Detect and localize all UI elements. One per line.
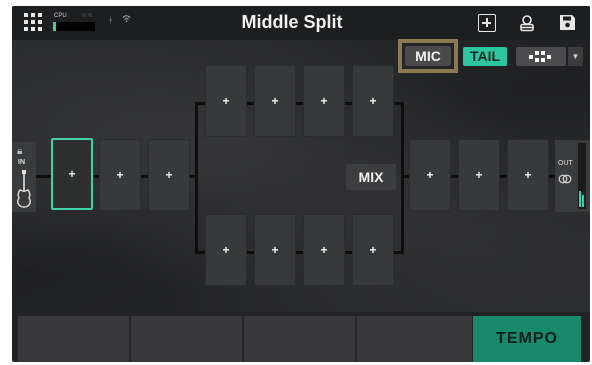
add-block-icon: + bbox=[369, 94, 377, 108]
layout-grid-icon[interactable] bbox=[516, 47, 566, 66]
add-block-icon: + bbox=[271, 243, 279, 257]
add-block-icon: + bbox=[369, 243, 377, 257]
add-block-icon: + bbox=[524, 168, 532, 182]
layout-dropdown-icon[interactable]: ▼ bbox=[568, 47, 583, 66]
cpu-percent-label: % % bbox=[82, 13, 93, 19]
top-bar: CPU % % ᚼ Middle Split bbox=[12, 6, 590, 40]
path-b-slot-2[interactable]: + bbox=[254, 214, 296, 286]
tempo-button[interactable]: TEMPO bbox=[473, 316, 581, 362]
add-block-icon: + bbox=[116, 168, 124, 182]
block-slot-2[interactable]: + bbox=[99, 139, 141, 211]
path-a-slot-2[interactable]: + bbox=[254, 65, 296, 137]
block-slot-6[interactable]: + bbox=[507, 139, 549, 211]
cpu-meter-fill bbox=[53, 22, 57, 31]
save-icon[interactable] bbox=[559, 14, 577, 32]
footswitch-3[interactable] bbox=[244, 316, 356, 362]
add-block-icon: + bbox=[320, 94, 328, 108]
cpu-meter bbox=[53, 22, 95, 31]
footswitch-1[interactable] bbox=[18, 316, 130, 362]
mic-button[interactable]: MIC bbox=[405, 46, 451, 66]
bluetooth-icon: ᚼ bbox=[108, 15, 114, 25]
output-level-meter bbox=[578, 143, 586, 209]
path-b-slot-1[interactable]: + bbox=[205, 214, 247, 286]
cpu-label: CPU bbox=[54, 13, 67, 19]
add-block-icon: + bbox=[320, 243, 328, 257]
preset-title[interactable]: Middle Split bbox=[212, 12, 372, 33]
wifi-icon bbox=[122, 14, 131, 25]
stereo-rings-icon bbox=[558, 174, 572, 187]
footswitch-4[interactable] bbox=[357, 316, 472, 362]
device-screen: CPU % % ᚼ Middle Split MIC TAIL ▼ 🔒︎ IN … bbox=[12, 6, 590, 362]
footswitch-2[interactable] bbox=[131, 316, 243, 362]
block-slot-4[interactable]: + bbox=[409, 139, 451, 211]
guitar-icon bbox=[17, 170, 31, 208]
path-a-slot-4[interactable]: + bbox=[352, 65, 394, 137]
add-block-icon: + bbox=[222, 243, 230, 257]
output-label: OUT bbox=[558, 160, 573, 167]
add-block-icon: + bbox=[222, 94, 230, 108]
add-block-icon: + bbox=[475, 168, 483, 182]
split-wire bbox=[195, 102, 198, 254]
output-block[interactable]: OUT bbox=[555, 140, 590, 212]
add-block-icon: + bbox=[426, 168, 434, 182]
block-slot-5[interactable]: + bbox=[458, 139, 500, 211]
path-b-slot-4[interactable]: + bbox=[352, 214, 394, 286]
block-slot-1[interactable]: + bbox=[51, 138, 93, 210]
mix-button[interactable]: MIX bbox=[346, 164, 396, 190]
add-square-icon[interactable] bbox=[478, 14, 496, 32]
path-a-slot-3[interactable]: + bbox=[303, 65, 345, 137]
add-block-icon: + bbox=[271, 94, 279, 108]
lock-icon: 🔒︎ bbox=[17, 146, 23, 157]
path-a-slot-1[interactable]: + bbox=[205, 65, 247, 137]
tail-button[interactable]: TAIL bbox=[463, 47, 507, 66]
add-block-icon: + bbox=[68, 167, 76, 181]
block-slot-3[interactable]: + bbox=[148, 139, 190, 211]
add-block-icon: + bbox=[165, 168, 173, 182]
path-b-slot-3[interactable]: + bbox=[303, 214, 345, 286]
input-label: IN bbox=[18, 159, 25, 166]
grid-menu-icon[interactable] bbox=[24, 13, 42, 31]
user-icon[interactable] bbox=[518, 14, 536, 32]
merge-wire bbox=[401, 102, 404, 254]
input-block[interactable]: 🔒︎ IN bbox=[12, 142, 36, 212]
